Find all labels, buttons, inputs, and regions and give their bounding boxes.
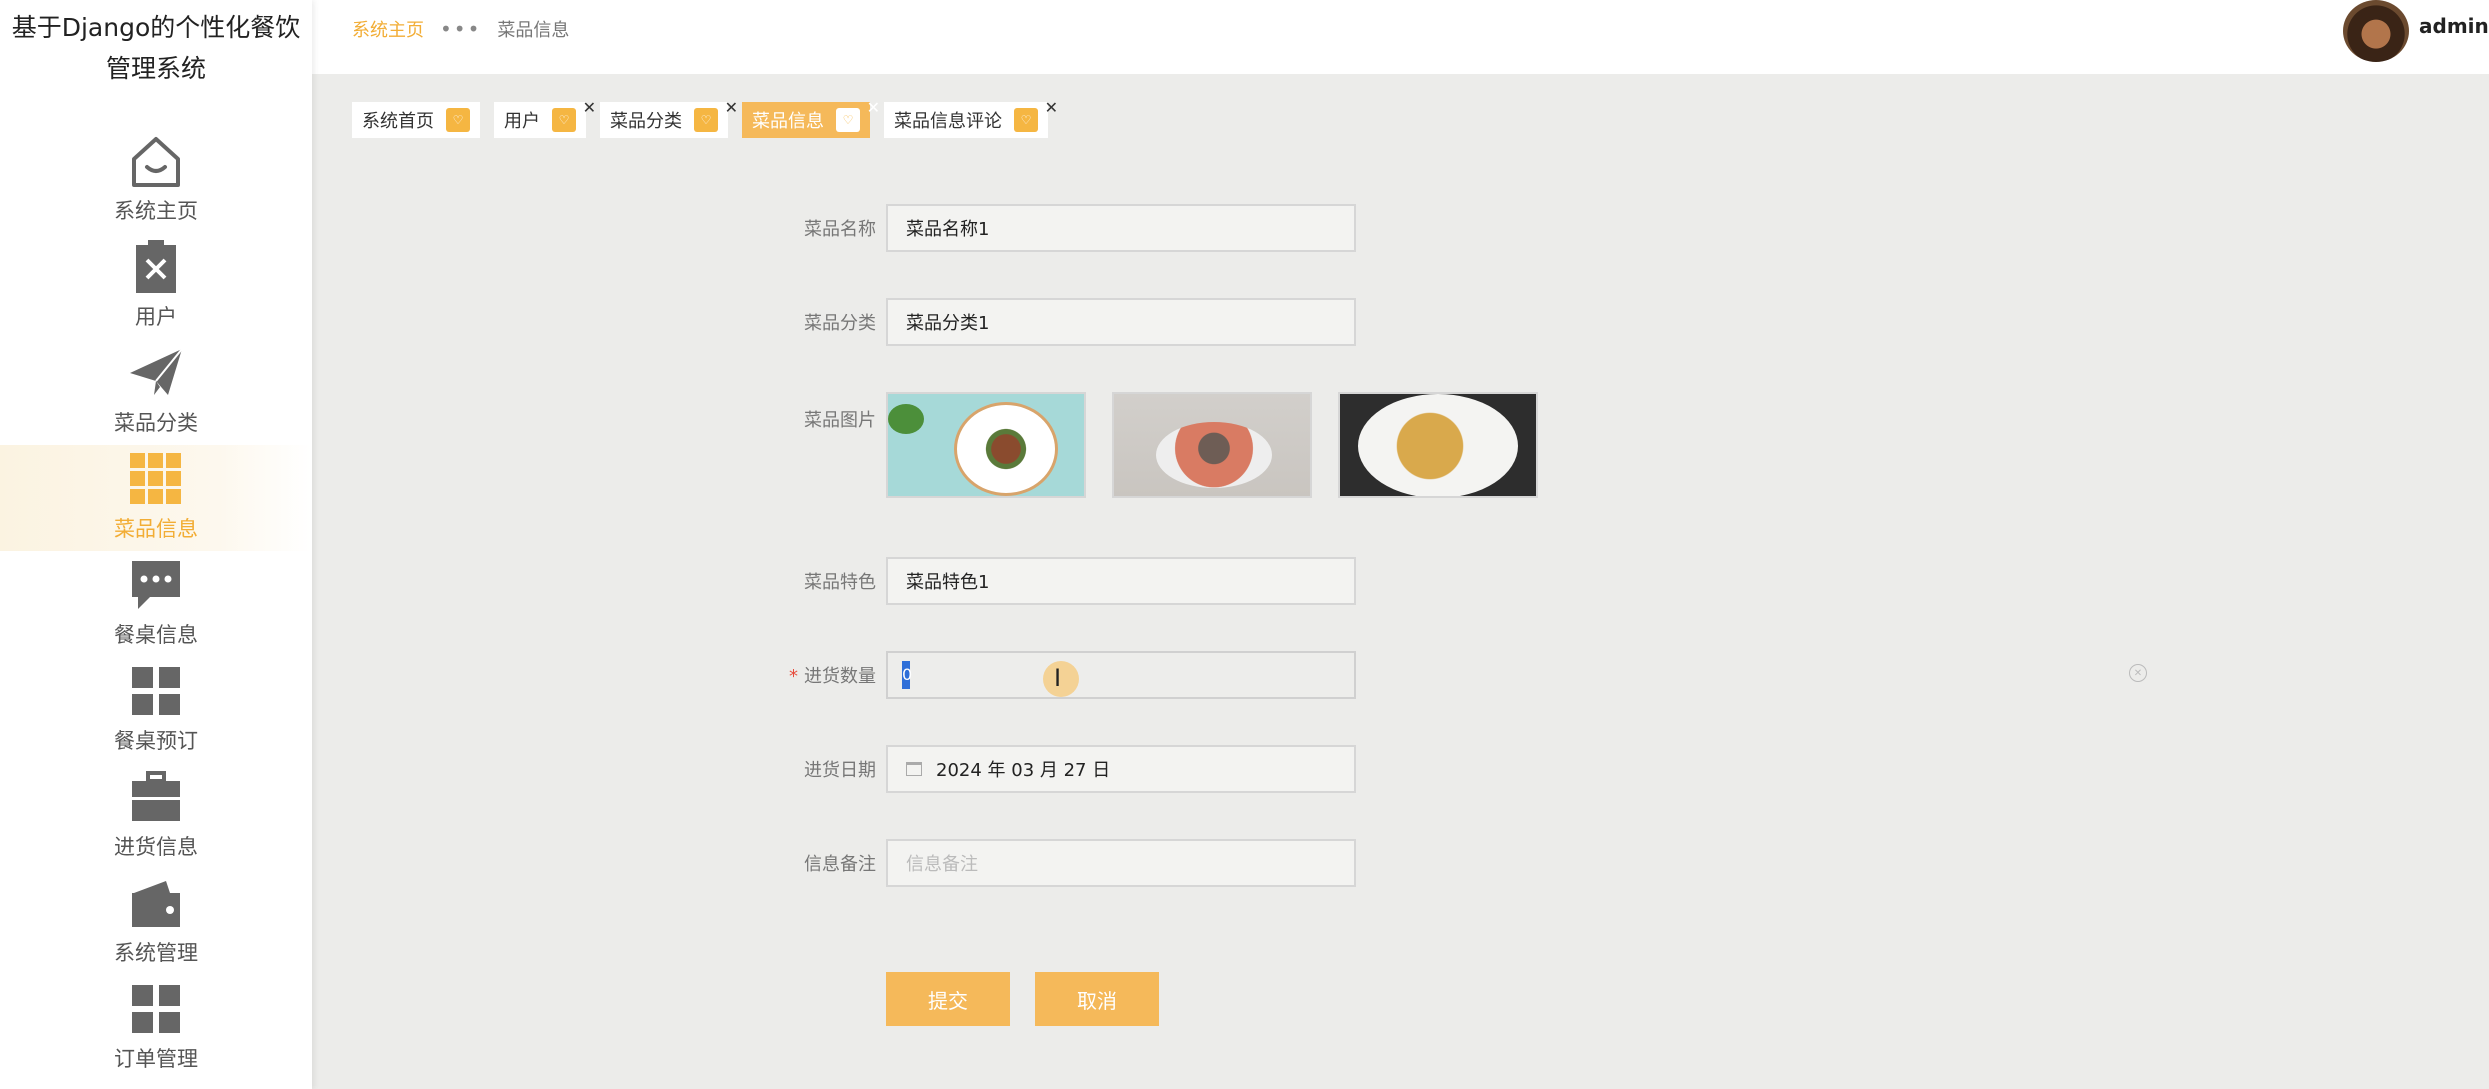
apps-icon: [126, 661, 186, 721]
dish-image[interactable]: [1112, 392, 1312, 498]
field-label-text: 进货数量: [804, 666, 876, 687]
breadcrumb-separator: •••: [440, 17, 482, 41]
field-label: 菜品分类: [804, 313, 876, 334]
form-row-remark: 信息备注 信息备注: [780, 839, 1356, 887]
dish-feature-input[interactable]: 菜品特色1: [886, 557, 1356, 605]
paper-plane-icon: [126, 343, 186, 403]
tab-label: 菜品信息: [752, 111, 824, 132]
tab-label: 菜品分类: [610, 111, 682, 132]
remark-input[interactable]: 信息备注: [886, 839, 1356, 887]
clipboard-x-icon: [126, 237, 186, 297]
sidebar: 基于Django的个性化餐饮管理系统 系统主页 用户 菜品分类 菜品信息 餐桌信…: [0, 0, 312, 1089]
close-icon[interactable]: ✕: [725, 98, 738, 117]
field-label: 进货日期: [804, 760, 876, 781]
text-cursor-icon: I: [1054, 664, 1062, 692]
tab-bar: 系统首页 ♡ 用户 ♡ ✕ 菜品分类 ♡ ✕ 菜品信息 ♡ ✕ 菜品信息评论 ♡…: [352, 98, 1058, 138]
grid-icon: [126, 449, 186, 509]
chat-bubble-icon: [126, 555, 186, 615]
sidebar-item-label: 系统主页: [114, 199, 198, 223]
avatar[interactable]: [2343, 0, 2409, 62]
field-label: * 进货数量: [780, 662, 876, 688]
field-label: 菜品图片: [804, 410, 876, 431]
briefcase-icon: [126, 767, 186, 827]
heart-icon: ♡: [836, 108, 860, 132]
submit-button[interactable]: 提交: [886, 972, 1010, 1026]
heart-icon: ♡: [1014, 108, 1038, 132]
apps-icon: [126, 979, 186, 1039]
sidebar-item-label: 订单管理: [114, 1047, 198, 1071]
cancel-button[interactable]: 取消: [1035, 972, 1159, 1026]
form-row-quantity: * 进货数量 0 I: [780, 651, 1356, 699]
required-mark: *: [789, 666, 798, 687]
sidebar-item-label: 餐桌信息: [114, 623, 198, 647]
sidebar-item-label: 系统管理: [114, 941, 198, 965]
breadcrumb: 系统主页 ••• 菜品信息: [352, 16, 569, 42]
sidebar-item-home[interactable]: 系统主页: [0, 127, 312, 233]
sidebar-item-orders[interactable]: 订单管理: [0, 975, 312, 1081]
sidebar-item-label: 用户: [135, 305, 177, 329]
image-list: [886, 392, 1538, 498]
purchase-date-picker[interactable]: 2024 年 03 月 27 日: [886, 745, 1356, 793]
sidebar-item-user[interactable]: 用户: [0, 233, 312, 339]
field-label: 信息备注: [804, 854, 876, 875]
form-row-feature: 菜品特色 菜品特色1: [780, 557, 1356, 605]
sidebar-item-table-booking[interactable]: 餐桌预订: [0, 657, 312, 763]
username[interactable]: admin: [2419, 14, 2489, 38]
dish-image[interactable]: [886, 392, 1086, 498]
home-icon: [126, 131, 186, 191]
sidebar-item-dish-info[interactable]: 菜品信息: [0, 445, 312, 551]
sidebar-item-label: 菜品分类: [114, 411, 198, 435]
heart-icon: ♡: [552, 108, 576, 132]
sidebar-item-table-info[interactable]: 餐桌信息: [0, 551, 312, 657]
heart-icon: ♡: [694, 108, 718, 132]
selected-text: 0: [902, 661, 912, 689]
breadcrumb-home[interactable]: 系统主页: [352, 16, 424, 42]
dish-category-input[interactable]: 菜品分类1: [886, 298, 1356, 346]
date-value: 2024 年 03 月 27 日: [936, 760, 1111, 781]
dish-name-input[interactable]: 菜品名称1: [886, 204, 1356, 252]
tab-dish-info[interactable]: 菜品信息 ♡ ✕: [742, 98, 880, 138]
sidebar-item-label: 菜品信息: [114, 517, 198, 541]
dish-image[interactable]: [1338, 392, 1538, 498]
clear-icon[interactable]: ✕: [2129, 664, 2147, 682]
tab-label: 菜品信息评论: [894, 111, 1002, 132]
breadcrumb-current: 菜品信息: [497, 20, 570, 41]
sidebar-item-label: 餐桌预订: [114, 729, 198, 753]
sidebar-item-system[interactable]: 系统管理: [0, 869, 312, 975]
top-bar: 系统主页 ••• 菜品信息 admin: [312, 0, 2489, 74]
close-icon[interactable]: ✕: [867, 98, 880, 117]
calendar-icon: [906, 762, 922, 776]
wallet-icon: [126, 873, 186, 933]
sidebar-item-label: 进货信息: [114, 835, 198, 859]
heart-icon: ♡: [446, 108, 470, 132]
form-row-images: 菜品图片: [780, 392, 1538, 498]
sidebar-item-purchase[interactable]: 进货信息: [0, 763, 312, 869]
tab-home[interactable]: 系统首页 ♡: [352, 102, 480, 138]
quantity-input[interactable]: 0 I: [886, 651, 1356, 699]
field-label: 菜品名称: [804, 219, 876, 240]
field-label: 菜品特色: [804, 572, 876, 593]
close-icon[interactable]: ✕: [583, 98, 596, 117]
form-row-category: 菜品分类 菜品分类1: [780, 298, 1356, 346]
tab-label: 系统首页: [362, 111, 434, 132]
tab-category[interactable]: 菜品分类 ♡ ✕: [600, 98, 738, 138]
form-row-name: 菜品名称 菜品名称1: [780, 204, 1356, 252]
tab-user[interactable]: 用户 ♡ ✕: [494, 98, 596, 138]
form-row-date: 进货日期 2024 年 03 月 27 日: [780, 745, 1356, 793]
sidebar-nav: 系统主页 用户 菜品分类 菜品信息 餐桌信息 餐桌预订 进货信息 系统管理 订单…: [0, 127, 312, 1081]
close-icon[interactable]: ✕: [1045, 98, 1058, 117]
tab-label: 用户: [504, 111, 540, 132]
tab-dish-comments[interactable]: 菜品信息评论 ♡ ✕: [884, 98, 1058, 138]
app-title: 基于Django的个性化餐饮管理系统: [11, 13, 301, 83]
sidebar-item-category[interactable]: 菜品分类: [0, 339, 312, 445]
